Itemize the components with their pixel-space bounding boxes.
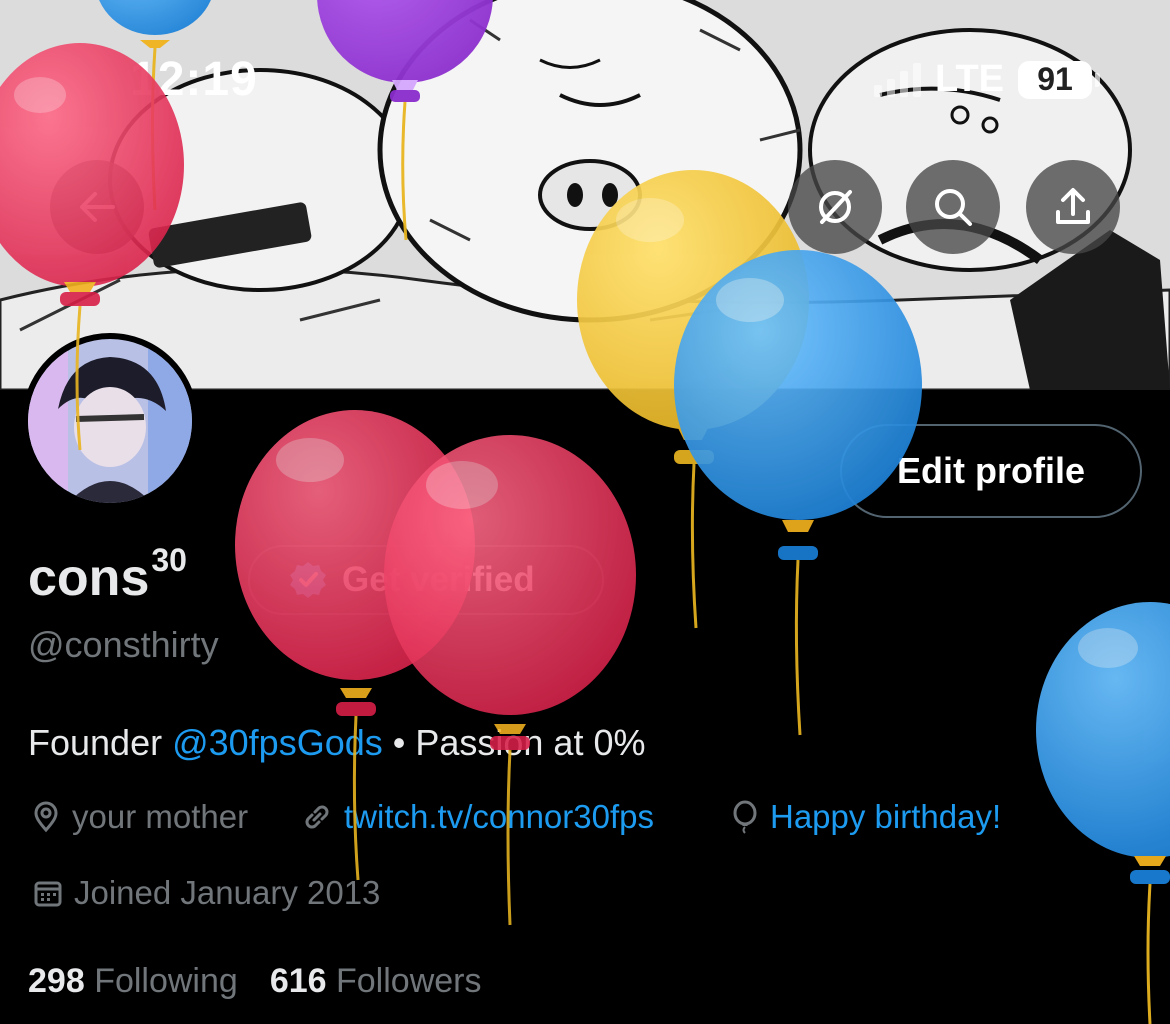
bio: Founder @30fpsGods • Passion at 0% [28, 722, 646, 764]
following-link[interactable]: 298 Following [28, 962, 238, 1001]
avatar-image [28, 339, 192, 503]
get-verified-button[interactable]: Get verified [248, 545, 604, 615]
grok-button[interactable] [788, 160, 882, 254]
status-indicators: LTE 91 [874, 58, 1100, 101]
share-icon [1056, 188, 1090, 224]
join-date: Joined January 2013 [32, 874, 380, 912]
calendar-icon [34, 881, 62, 907]
balloon-blue-right [1036, 602, 1170, 1024]
display-name: cons30 [28, 542, 187, 608]
followers-label: Followers [336, 962, 482, 1000]
followers-count: 616 [269, 962, 327, 1000]
join-date-text: Joined January 2013 [74, 874, 381, 911]
link-icon [305, 805, 329, 829]
website[interactable]: twitch.tv/connor30fps [300, 798, 654, 836]
avatar[interactable] [22, 333, 198, 509]
search-button[interactable] [906, 160, 1000, 254]
location-pin-icon [34, 801, 58, 833]
search-icon [935, 189, 972, 226]
followers-link[interactable]: 616 Followers [270, 962, 482, 1001]
location: your mother [30, 798, 248, 836]
birthday: Happy birthday! [730, 798, 1001, 836]
user-handle: @consthirty [28, 624, 219, 665]
display-name-superscript: 30 [151, 542, 187, 578]
status-time: 12:19 [130, 53, 258, 106]
balloon-icon [733, 800, 757, 834]
birthday-text: Happy birthday! [770, 798, 1002, 835]
website-link[interactable]: twitch.tv/connor30fps [344, 798, 654, 836]
edit-profile-button[interactable]: Edit profile [840, 424, 1142, 518]
network-type: LTE [935, 58, 1004, 100]
battery-icon: 91 [1018, 60, 1100, 99]
following-label: Following [94, 962, 238, 1000]
bio-suffix: • Passion at 0% [382, 722, 646, 763]
bio-mention-link[interactable]: @30fpsGods [172, 722, 383, 763]
balloon-red-right [384, 435, 636, 926]
back-button[interactable] [50, 160, 144, 254]
circle-slash-icon [819, 190, 852, 224]
signal-icon [874, 62, 922, 97]
location-text: your mother [72, 798, 249, 835]
bio-prefix: Founder [28, 722, 173, 763]
arrow-left-icon [80, 192, 115, 222]
display-name-text: cons [28, 549, 150, 607]
follow-stats: 298 Following 616 Followers [28, 962, 481, 1001]
get-verified-label: Get verified [342, 560, 535, 599]
share-button[interactable] [1026, 160, 1120, 254]
following-count: 298 [28, 962, 85, 1000]
verified-badge-icon [290, 562, 326, 598]
